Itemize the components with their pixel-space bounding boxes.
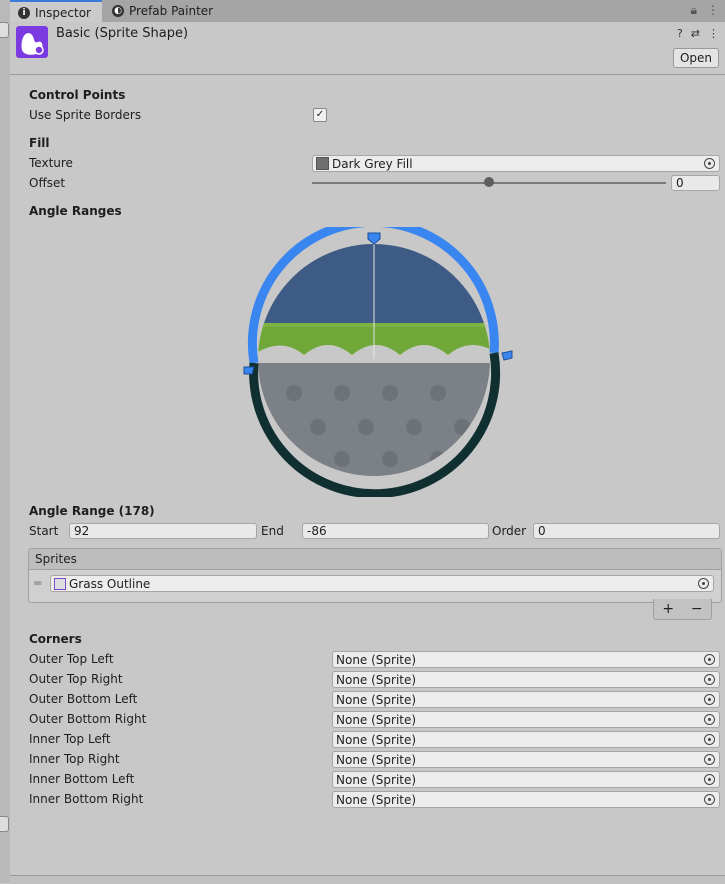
object-picker-icon[interactable] <box>704 714 715 725</box>
texture-swatch-icon <box>316 157 329 170</box>
object-picker-icon[interactable] <box>704 794 715 805</box>
angle-range-title: Angle Range (178) <box>29 504 155 518</box>
start-input[interactable]: 92 <box>69 523 257 539</box>
corner-field[interactable]: None (Sprite) <box>332 691 720 708</box>
start-label: Start <box>29 524 59 538</box>
corner-label: Outer Bottom Left <box>29 692 138 706</box>
corner-field[interactable]: None (Sprite) <box>332 651 720 668</box>
corner-value: None (Sprite) <box>336 712 417 727</box>
kebab-menu-icon[interactable]: ⋮ <box>707 3 719 18</box>
asset-title: Basic (Sprite Shape) <box>56 26 189 41</box>
tab-inspector[interactable]: i Inspector <box>10 0 102 23</box>
sprite-name: Grass Outline <box>69 576 151 591</box>
sprite-icon <box>54 577 66 590</box>
corner-field[interactable]: None (Sprite) <box>332 711 720 728</box>
prefab-painter-icon: ◐ <box>112 5 124 17</box>
texture-label: Texture <box>29 156 73 170</box>
preview-grass-scallops <box>258 327 490 357</box>
offset-slider-thumb[interactable] <box>484 177 494 187</box>
corner-label: Outer Bottom Right <box>29 712 147 726</box>
section-corners: Corners <box>29 632 82 646</box>
sprite-shape-asset-icon <box>16 26 48 58</box>
tab-label: Inspector <box>35 5 91 20</box>
drag-handle-icon[interactable]: ═ <box>34 576 41 590</box>
texture-field[interactable]: Dark Grey Fill <box>312 155 720 172</box>
add-sprite-button[interactable]: + <box>662 601 674 617</box>
corner-field[interactable]: None (Sprite) <box>332 671 720 688</box>
tab-bar: i Inspector ◐ Prefab Painter 🔒︎ ⋮ <box>10 0 725 23</box>
preset-icon[interactable]: ⇄ <box>691 27 700 40</box>
object-picker-icon[interactable] <box>698 578 709 589</box>
order-input[interactable]: 0 <box>533 523 720 539</box>
object-picker-icon[interactable] <box>704 754 715 765</box>
object-picker-icon[interactable] <box>704 694 715 705</box>
offset-label: Offset <box>29 176 66 190</box>
gutter-handle[interactable] <box>0 816 9 832</box>
lock-icon[interactable]: 🔒︎ <box>691 3 697 18</box>
corner-label: Outer Top Right <box>29 672 123 686</box>
kebab-menu-icon[interactable]: ⋮ <box>708 27 719 40</box>
section-control-points: Control Points <box>29 88 126 102</box>
corner-value: None (Sprite) <box>336 752 417 767</box>
corner-label: Inner Top Right <box>29 752 120 766</box>
corner-value: None (Sprite) <box>336 692 417 707</box>
info-icon: i <box>18 6 30 19</box>
section-angle-ranges: Angle Ranges <box>29 204 122 218</box>
corner-value: None (Sprite) <box>336 732 417 747</box>
gutter-handle[interactable] <box>0 22 9 38</box>
texture-value: Dark Grey Fill <box>332 156 413 171</box>
inspector-header: Basic (Sprite Shape) ? ⇄ ⋮ Open <box>10 22 725 75</box>
range-end-handle-icon[interactable] <box>501 350 513 361</box>
sprites-list-footer: + − <box>653 599 712 620</box>
angle-handle-top-icon[interactable] <box>367 232 381 245</box>
use-sprite-borders-checkbox[interactable]: ✓ <box>313 108 327 122</box>
object-picker-icon[interactable] <box>704 734 715 745</box>
corner-field[interactable]: None (Sprite) <box>332 771 720 788</box>
use-sprite-borders-label: Use Sprite Borders <box>29 108 142 122</box>
corner-value: None (Sprite) <box>336 652 417 667</box>
corner-label: Inner Bottom Right <box>29 792 144 806</box>
sprites-list: Sprites ═ Grass Outline <box>28 548 722 603</box>
preview-sky <box>258 244 490 327</box>
order-label: Order <box>492 524 527 538</box>
end-label: End <box>261 524 284 538</box>
corner-field[interactable]: None (Sprite) <box>332 731 720 748</box>
remove-sprite-button[interactable]: − <box>691 601 703 617</box>
inspector-panel: Basic (Sprite Shape) ? ⇄ ⋮ Open Control … <box>10 22 725 883</box>
object-picker-icon[interactable] <box>704 674 715 685</box>
corner-value: None (Sprite) <box>336 792 417 807</box>
corner-label: Outer Top Left <box>29 652 114 666</box>
open-button[interactable]: Open <box>672 48 719 68</box>
corner-value: None (Sprite) <box>336 772 417 787</box>
sprite-object-field[interactable]: Grass Outline <box>50 575 714 592</box>
object-picker-icon[interactable] <box>704 158 715 169</box>
offset-input[interactable]: 0 <box>671 175 720 191</box>
object-picker-icon[interactable] <box>704 654 715 665</box>
end-input[interactable]: -86 <box>302 523 489 539</box>
corner-label: Inner Top Left <box>29 732 111 746</box>
range-start-handle-icon[interactable] <box>243 366 255 375</box>
corner-label: Inner Bottom Left <box>29 772 135 786</box>
tab-prefab-painter[interactable]: ◐ Prefab Painter <box>104 0 221 22</box>
corner-field[interactable]: None (Sprite) <box>332 791 720 808</box>
section-fill: Fill <box>29 136 50 150</box>
tab-label: Prefab Painter <box>129 4 214 18</box>
object-picker-icon[interactable] <box>704 774 715 785</box>
corner-value: None (Sprite) <box>336 672 417 687</box>
sprites-list-header: Sprites <box>29 549 721 570</box>
corner-field[interactable]: None (Sprite) <box>332 751 720 768</box>
angle-range-editor[interactable] <box>230 227 520 497</box>
help-icon[interactable]: ? <box>677 27 683 40</box>
